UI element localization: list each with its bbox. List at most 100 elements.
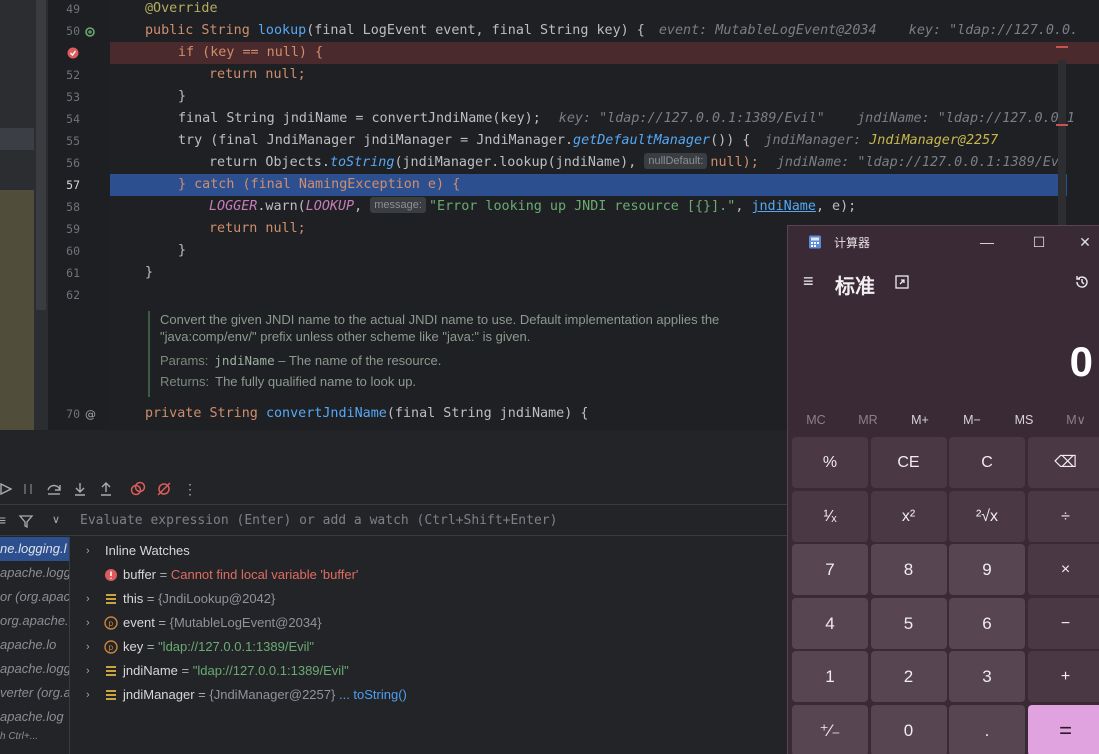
line-number: 52 (66, 68, 80, 82)
divide-button[interactable]: ÷ (1027, 490, 1099, 542)
pause-icon[interactable] (20, 481, 36, 497)
digit-0-button[interactable]: 0 (870, 704, 947, 754)
mc-button[interactable]: MC (790, 408, 842, 432)
current-execution-line[interactable]: } catch (final NamingException e) { (110, 174, 1067, 196)
digit-5-button[interactable]: 5 (870, 597, 947, 649)
equals-button[interactable]: = (1027, 704, 1099, 754)
close-button[interactable]: ✕ (1062, 226, 1099, 258)
variable-row[interactable]: › this = {JndiLookup@2042} (72, 587, 792, 611)
variable-row[interactable]: › jndiName = "ldap://127.0.0.1:1389/Evil" (72, 659, 792, 683)
more-options-icon[interactable]: ⋮ (182, 481, 198, 497)
digit-9-button[interactable]: 9 (949, 544, 1025, 595)
chevron-right-icon[interactable]: › (86, 587, 90, 611)
square-button[interactable]: x² (870, 490, 947, 542)
var-name: event (123, 615, 155, 630)
filter-icon[interactable] (18, 513, 34, 529)
code-line[interactable]: try (final JndiManager jndiManager = Jnd… (110, 130, 1069, 152)
frame-item[interactable]: or (org.apache (0, 585, 69, 609)
frame-item[interactable]: org.apache. (0, 609, 69, 633)
memory-list-button[interactable]: M∨ (1050, 408, 1099, 432)
chevron-right-icon[interactable]: › (86, 659, 90, 683)
digit-3-button[interactable]: 3 (949, 651, 1025, 702)
reciprocal-button[interactable]: ¹⁄ₓ (792, 490, 868, 542)
add-button[interactable]: + (1027, 651, 1099, 702)
variable-row[interactable]: › p key = "ldap://127.0.0.1:1389/Evil" (72, 635, 792, 659)
digit-7-button[interactable]: 7 (792, 544, 868, 595)
ms-button[interactable]: MS (998, 408, 1050, 432)
variable-row[interactable]: › jndiManager = {JndiManager@2257} ... to… (72, 683, 792, 707)
jndiname-link[interactable]: jndiName (751, 199, 816, 214)
var-value: {JndiManager@2257} (209, 687, 336, 702)
code-line[interactable]: } (110, 86, 1069, 108)
chevron-right-icon[interactable]: › (86, 539, 90, 563)
keep-on-top-icon[interactable] (894, 274, 910, 290)
clear-button[interactable]: C (949, 437, 1025, 488)
negate-button[interactable]: ⁺⁄₋ (792, 704, 868, 754)
m-plus-button[interactable]: M+ (894, 408, 946, 432)
code-token: } (178, 89, 187, 104)
parameter-icon: p (104, 616, 118, 630)
method-name: getDefaultManager (573, 133, 711, 148)
mute-breakpoints-icon[interactable] (156, 481, 172, 497)
code-line[interactable]: final String jndiName = convertJndiName(… (110, 108, 1075, 130)
variables-tree[interactable]: › Inline Watches buffer = Cannot find loc… (72, 539, 792, 707)
calculator-title-bar[interactable]: 计算器 — ☐ ✕ (788, 226, 1099, 258)
variable-row[interactable]: buffer = Cannot find local variable 'buf… (72, 563, 792, 587)
step-out-icon[interactable] (98, 481, 114, 497)
override-icon[interactable]: @ (84, 408, 96, 420)
resume-icon[interactable] (0, 481, 14, 497)
digit-6-button[interactable]: 6 (949, 597, 1025, 649)
chevron-down-icon[interactable]: ∨ (48, 512, 64, 528)
multiply-button[interactable]: × (1027, 544, 1099, 595)
percent-button[interactable]: % (792, 437, 868, 488)
frame-item[interactable]: ne.logging.l (0, 537, 69, 561)
maximize-button[interactable]: ☐ (1016, 226, 1062, 258)
error-stripe-mark[interactable] (1056, 124, 1068, 126)
backspace-button[interactable]: ⌫ (1027, 437, 1099, 488)
step-into-icon[interactable] (72, 481, 88, 497)
breakpoint-icon[interactable] (67, 47, 79, 59)
code-token: (final String jndiName) { (386, 406, 589, 421)
breakpoint-line[interactable]: if (key == null) { (110, 42, 1099, 64)
code-line[interactable]: @Override (110, 0, 1069, 20)
code-token: , e); (815, 199, 857, 214)
digit-1-button[interactable]: 1 (792, 651, 868, 702)
history-icon[interactable] (1074, 274, 1090, 290)
code-line[interactable]: return null; (110, 64, 1069, 86)
frame-item[interactable]: apache.log (0, 705, 69, 729)
error-stripe-mark[interactable] (1056, 46, 1068, 48)
code-line[interactable]: return Objects.toString(jndiManager.look… (110, 152, 1069, 174)
code-line[interactable]: public String lookup(final LogEvent even… (110, 20, 1078, 42)
chevron-right-icon[interactable]: › (86, 635, 90, 659)
variable-row[interactable]: › p event = {MutableLogEvent@2034} (72, 611, 792, 635)
m-minus-button[interactable]: M− (946, 408, 998, 432)
code-line[interactable]: LOGGER.warn(LOOKUP, message: "Error looki… (110, 196, 1069, 218)
code-token: } (178, 243, 187, 258)
frame-item[interactable]: apache.logg (0, 657, 69, 681)
minimize-button[interactable]: — (964, 226, 1010, 258)
frames-menu-icon[interactable]: ≡ (0, 512, 10, 528)
decimal-button[interactable]: . (949, 704, 1025, 754)
mr-button[interactable]: MR (842, 408, 894, 432)
tostring-link[interactable]: ... toString() (339, 687, 407, 702)
menu-icon[interactable]: ≡ (803, 271, 814, 292)
subtract-button[interactable]: − (1027, 597, 1099, 649)
clear-entry-button[interactable]: CE (870, 437, 947, 488)
frames-list[interactable]: ne.logging.l apache.logging or (org.apac… (0, 537, 70, 754)
override-icon[interactable] (84, 26, 96, 38)
digit-4-button[interactable]: 4 (792, 597, 868, 649)
inline-watches-node[interactable]: › Inline Watches (72, 539, 792, 563)
frame-item[interactable]: apache.lo (0, 633, 69, 657)
chevron-right-icon[interactable]: › (86, 683, 90, 707)
digit-8-button[interactable]: 8 (870, 544, 947, 595)
square-root-button[interactable]: ²√x (949, 490, 1025, 542)
code-token: return Objects. (209, 155, 330, 170)
view-breakpoints-icon[interactable] (130, 481, 146, 497)
frame-item[interactable]: apache.logging (0, 561, 69, 585)
digit-2-button[interactable]: 2 (870, 651, 947, 702)
evaluate-expression-input[interactable] (72, 506, 772, 535)
step-over-icon[interactable] (46, 481, 62, 497)
chevron-right-icon[interactable]: › (86, 611, 90, 635)
inline-debug-hint: event: MutableLogEvent@2034 key: "ldap:/… (658, 23, 1079, 38)
frame-item[interactable]: verter (org.a (0, 681, 69, 705)
